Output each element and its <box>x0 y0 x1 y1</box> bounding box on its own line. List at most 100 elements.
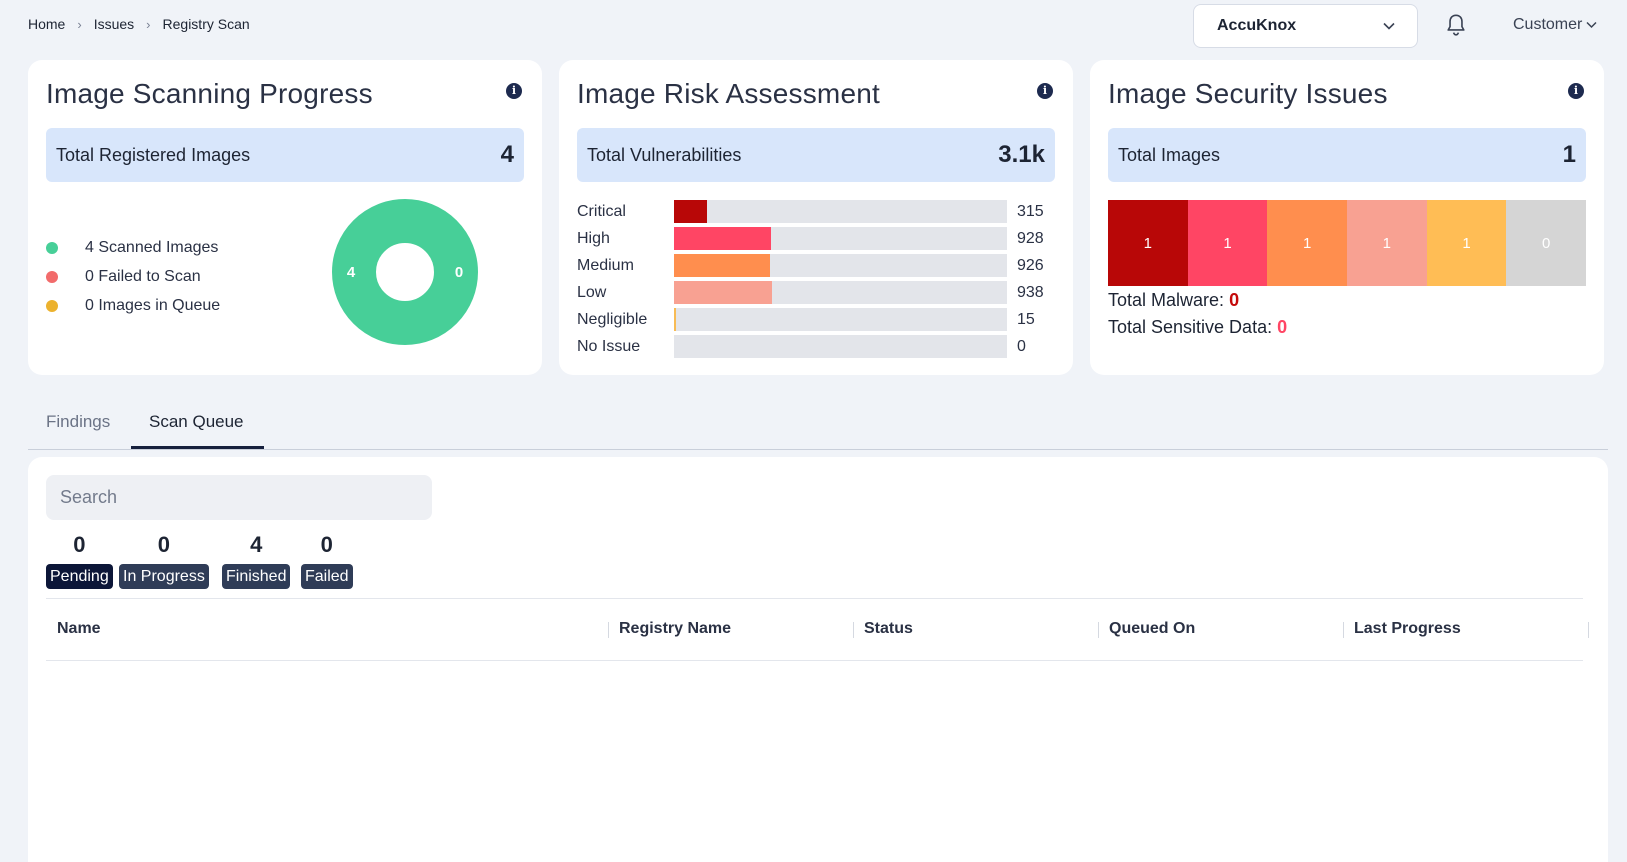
legend-dot <box>46 241 58 254</box>
column-divider[interactable] <box>608 622 609 638</box>
legend-item: 0 Images in Queue <box>46 291 220 320</box>
severity-row[interactable]: Low 938 <box>577 279 1044 306</box>
info-icon[interactable]: i <box>1037 83 1053 99</box>
stat-finished[interactable]: 4 Finished <box>222 531 291 589</box>
stat-count: 0 <box>320 532 333 557</box>
severity-label: No Issue <box>577 337 641 355</box>
column-divider[interactable] <box>1098 622 1099 638</box>
image-security-issues-card: Image Security Issues i Total Images 1 1… <box>1090 60 1604 375</box>
chevron-right-icon: › <box>77 16 82 32</box>
chevron-down-icon <box>1383 22 1395 30</box>
chevron-right-icon: › <box>146 16 151 32</box>
stat-badge: Finished <box>222 564 291 589</box>
severity-fill <box>674 254 770 277</box>
stat-failed[interactable]: 0 Failed <box>301 531 353 589</box>
stat-count: 0 <box>73 532 86 557</box>
legend-label: 0 Images in Queue <box>85 296 221 314</box>
image-risk-assessment-card: Image Risk Assessment i Total Vulnerabil… <box>559 60 1073 375</box>
column-divider[interactable] <box>853 622 854 638</box>
severity-fill <box>674 281 772 304</box>
search-input[interactable] <box>46 475 432 520</box>
donut-label-right: 0 <box>455 264 463 281</box>
legend-item: 4 Scanned Images <box>46 233 220 262</box>
bell-icon[interactable] <box>1443 12 1469 38</box>
divider <box>46 660 1583 661</box>
donut-label-left: 4 <box>347 264 356 281</box>
total-value: 3.1k <box>998 141 1045 168</box>
divider <box>46 598 1583 599</box>
severity-row[interactable]: Negligible 15 <box>577 306 1044 333</box>
breadcrumb-issues[interactable]: Issues <box>94 16 134 32</box>
severity-row[interactable]: Critical 315 <box>577 198 1044 225</box>
legend-label: 0 Failed to Scan <box>85 267 201 285</box>
total-sensitive-label: Total Sensitive Data: <box>1108 317 1273 337</box>
severity-fill <box>674 200 707 223</box>
top-bar: Home › Issues › Registry Scan AccuKnox C… <box>0 0 1627 50</box>
severity-count: 315 <box>1017 202 1044 220</box>
severity-count: 0 <box>1017 337 1026 355</box>
column-header-status[interactable]: Status <box>864 620 913 638</box>
total-value: 1 <box>1562 141 1576 168</box>
total-sensitive-data: Total Sensitive Data: 0 <box>1108 317 1287 338</box>
heat-cell[interactable]: 0 <box>1506 200 1587 286</box>
severity-fill <box>674 308 676 331</box>
severity-track <box>674 281 1007 304</box>
card-title: Image Risk Assessment <box>577 78 880 109</box>
column-header-name[interactable]: Name <box>57 620 101 638</box>
total-registered-images: Total Registered Images 4 <box>46 128 524 182</box>
user-menu-label: Customer <box>1513 16 1583 33</box>
severity-count: 15 <box>1017 310 1035 328</box>
column-header-last-progress[interactable]: Last Progress <box>1354 620 1461 638</box>
heat-cell[interactable]: 1 <box>1347 200 1427 286</box>
stat-pending[interactable]: 0 Pending <box>46 531 113 589</box>
total-malware-label: Total Malware: <box>1108 290 1225 310</box>
total-images: Total Images 1 <box>1108 128 1586 182</box>
heat-cell[interactable]: 1 <box>1267 200 1348 286</box>
heat-cell[interactable]: 1 <box>1426 200 1507 286</box>
severity-fill <box>674 227 771 250</box>
column-divider[interactable] <box>1343 622 1344 638</box>
user-menu[interactable]: Customer <box>1513 16 1597 34</box>
stat-count: 0 <box>157 532 171 557</box>
severity-bars: Critical 315 High 928 Medium 926 Low 938… <box>577 198 1044 360</box>
legend-dot <box>46 270 58 283</box>
severity-count: 938 <box>1017 283 1044 301</box>
severity-count: 926 <box>1017 256 1044 274</box>
severity-count: 928 <box>1017 229 1044 247</box>
org-select-value: AccuKnox <box>1217 17 1297 34</box>
card-title: Image Security Issues <box>1108 78 1388 109</box>
heat-cell[interactable]: 1 <box>1108 200 1188 286</box>
scan-donut-chart[interactable]: 4 0 <box>332 199 478 345</box>
scan-queue-panel: 0 Pending 0 In Progress 4 Finished 0 Fai… <box>28 457 1608 862</box>
image-scanning-progress-card: Image Scanning Progress i Total Register… <box>28 60 542 375</box>
tab-scan-queue[interactable]: Scan Queue <box>149 412 244 432</box>
column-divider[interactable] <box>1588 622 1589 638</box>
tab-bar: Findings Scan Queue <box>28 400 1608 450</box>
severity-track <box>674 200 1007 223</box>
active-tab-indicator <box>131 446 264 449</box>
total-label: Total Registered Images <box>56 144 251 165</box>
breadcrumb-registry-scan: Registry Scan <box>162 16 250 32</box>
column-header-registry-name[interactable]: Registry Name <box>619 620 731 638</box>
total-vulnerabilities: Total Vulnerabilities 3.1k <box>577 128 1055 182</box>
column-header-queued-on[interactable]: Queued On <box>1109 620 1195 638</box>
breadcrumb: Home › Issues › Registry Scan <box>28 16 250 32</box>
severity-track <box>674 335 1007 358</box>
info-icon[interactable]: i <box>506 83 522 99</box>
severity-row[interactable]: No Issue 0 <box>577 333 1044 360</box>
tab-findings[interactable]: Findings <box>46 412 110 432</box>
info-icon[interactable]: i <box>1568 83 1584 99</box>
chevron-down-icon <box>1586 21 1597 29</box>
breadcrumb-home[interactable]: Home <box>28 16 65 32</box>
severity-track <box>674 227 1007 250</box>
total-label: Total Images <box>1118 144 1221 165</box>
total-sensitive-value: 0 <box>1277 317 1288 337</box>
severity-track <box>674 254 1007 277</box>
org-select[interactable]: AccuKnox <box>1193 4 1418 48</box>
legend-dot <box>46 299 58 312</box>
severity-label: Medium <box>577 256 634 274</box>
severity-row[interactable]: Medium 926 <box>577 252 1044 279</box>
heat-cell[interactable]: 1 <box>1187 200 1268 286</box>
severity-row[interactable]: High 928 <box>577 225 1044 252</box>
stat-in-progress[interactable]: 0 In Progress <box>119 531 209 589</box>
